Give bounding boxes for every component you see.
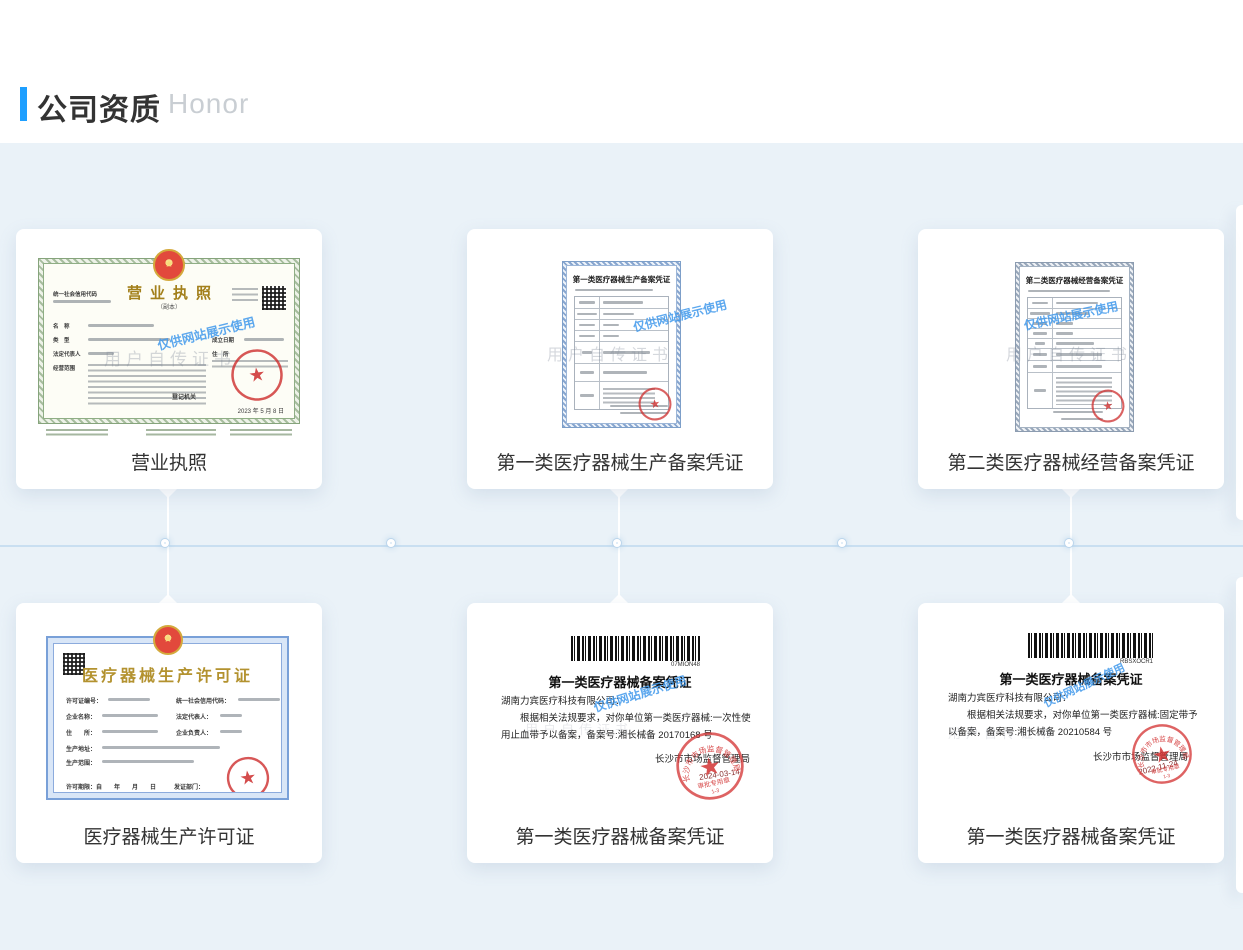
connector-arrow-up-icon <box>159 594 177 603</box>
timeline-node <box>838 539 846 547</box>
next-card-peek[interactable] <box>1236 205 1243 520</box>
company-seal-icon <box>635 384 674 423</box>
connector-arrow-up-icon <box>1062 594 1080 603</box>
field-label: 法定代表人 <box>53 350 81 358</box>
header-accent-bar <box>20 87 27 121</box>
connector-arrow-down-icon <box>1062 489 1080 498</box>
redacted-text <box>1028 290 1110 292</box>
certificate-card-class1-device-filing-1[interactable]: 07MION48 第一类医疗器械备案凭证 湖南力宾医疗科技有限公司： 根据相关法… <box>467 603 773 863</box>
connector-line <box>618 490 620 604</box>
redacted-text <box>238 698 280 701</box>
cert-title: 第一类医疗器械生产备案凭证 <box>567 274 676 285</box>
certificate-card-class1-device-filing-2[interactable]: RBSXOCR1 第一类医疗器械备案凭证 湖南力宾医疗科技有限公司： 根据相关法… <box>918 603 1224 863</box>
cert-title: 第二类医疗器械经营备案凭证 <box>1020 275 1129 286</box>
honor-page: 公司资质 Honor 营业执照 （副本） 统一社会信用代码 名 称 <box>0 0 1243 950</box>
approval-seal-icon: 长沙市市场监督管理局 审批专用章 1-3 <box>668 724 751 807</box>
cert-title: 医疗器械生产许可证 <box>54 662 281 686</box>
timeline-node <box>387 539 395 547</box>
qr-code <box>262 286 286 310</box>
timeline-line <box>0 545 1243 547</box>
barcode-label: 07MION48 <box>571 662 700 668</box>
redacted-text <box>230 429 292 438</box>
card-caption: 第一类医疗器械备案凭证 <box>918 822 1224 849</box>
certificate-card-class1-production-filing[interactable]: 第一类医疗器械生产备案凭证 仅供网站展示使用 <box>467 229 773 489</box>
approval-seal-icon: 长沙市市场监督管理局 审批专用章 1-3 <box>1125 717 1199 791</box>
timeline-node <box>1065 539 1073 547</box>
field-label: 企业负责人： <box>176 728 212 737</box>
field-label: 许可证编号： <box>66 696 102 705</box>
field-label: 发证部门： <box>174 782 204 791</box>
connector-line <box>1070 490 1072 604</box>
field-label: 企业名称： <box>66 712 96 721</box>
redacted-text <box>575 289 653 291</box>
watermark-user-upload: 用户自传证书 <box>948 723 1056 742</box>
redacted-text <box>46 429 108 438</box>
redacted-text <box>146 429 216 438</box>
field-label: 住 所： <box>66 728 96 737</box>
barcode-label: RBSXOCR1 <box>1028 659 1153 665</box>
company-seal-icon <box>223 753 273 793</box>
redacted-text <box>88 324 154 327</box>
field-label: 登记机关 <box>172 392 196 401</box>
card-caption: 第一类医疗器械生产备案凭证 <box>467 448 773 475</box>
card-caption: 第一类医疗器械备案凭证 <box>467 822 773 849</box>
field-label: 统一社会信用代码 <box>53 290 97 298</box>
seal-number: 1-3 <box>1163 773 1171 780</box>
field-label: 生产地址： <box>66 744 96 753</box>
timeline-node <box>613 539 621 547</box>
certificate-card-production-licence[interactable]: 医疗器械生产许可证 许可证编号： 统一社会信用代码： 企业名称： 法定代表人： … <box>16 603 322 863</box>
connector-arrow-down-icon <box>159 489 177 498</box>
certificate-thumbnail: 医疗器械生产许可证 许可证编号： 统一社会信用代码： 企业名称： 法定代表人： … <box>46 636 289 800</box>
cert-date: 2023 年 5 月 8 日 <box>238 406 284 415</box>
page-title: 公司资质 <box>37 85 161 129</box>
certificate-card-business-license[interactable]: 营业执照 （副本） 统一社会信用代码 名 称 类 型 法定代表人 经营范围 成立… <box>16 229 322 489</box>
barcode <box>1028 633 1153 658</box>
connector-line <box>167 490 169 604</box>
redacted-text <box>220 730 242 733</box>
field-label: 经营范围 <box>53 364 75 372</box>
watermark-user-upload: 用户自传证书 <box>1006 341 1132 365</box>
redacted-text <box>244 338 284 341</box>
national-emblem-icon <box>153 625 183 655</box>
connector-arrow-up-icon <box>610 594 628 603</box>
field-label: 名 称 <box>53 322 70 330</box>
national-emblem-icon <box>153 249 185 281</box>
redacted-text <box>53 300 111 303</box>
field-label: 许可期限：自 年 月 日 <box>66 782 156 791</box>
doc-text: 根据相关法规要求，对你单位第一类医疗器械:固定带予 <box>967 707 1198 721</box>
card-caption: 营业执照 <box>16 448 322 475</box>
barcode <box>571 636 700 661</box>
field-label: 生产范围： <box>66 758 96 767</box>
card-caption: 医疗器械生产许可证 <box>16 822 322 849</box>
seal-text: 审批专用章 <box>1150 762 1180 776</box>
redacted-text <box>102 760 194 763</box>
certificate-card-class2-operation-filing[interactable]: 第二类医疗器械经营备案凭证 <box>918 229 1224 489</box>
redacted-text <box>102 714 158 717</box>
card-caption: 第二类医疗器械经营备案凭证 <box>918 448 1224 475</box>
watermark-user-upload: 用户自传证书 <box>547 341 673 365</box>
watermark-user-upload: 用户自传证书 <box>104 345 236 370</box>
redacted-text <box>232 288 258 304</box>
watermark-user-upload: 用户自传证书 <box>525 719 633 738</box>
field-label: 统一社会信用代码： <box>176 696 230 705</box>
redacted-text <box>220 714 242 717</box>
page-subtitle: Honor <box>168 88 249 120</box>
connector-arrow-down-icon <box>610 489 628 498</box>
seal-number: 1-3 <box>711 788 720 796</box>
field-label: 法定代表人： <box>176 712 212 721</box>
field-label: 类 型 <box>53 336 70 344</box>
redacted-text <box>108 698 150 701</box>
company-seal-icon <box>1088 386 1127 425</box>
redacted-text <box>102 730 158 733</box>
redacted-text <box>102 746 220 749</box>
next-card-peek[interactable] <box>1236 577 1243 893</box>
timeline-node <box>161 539 169 547</box>
cert-title: 第一类医疗器械备案凭证 <box>467 672 773 691</box>
